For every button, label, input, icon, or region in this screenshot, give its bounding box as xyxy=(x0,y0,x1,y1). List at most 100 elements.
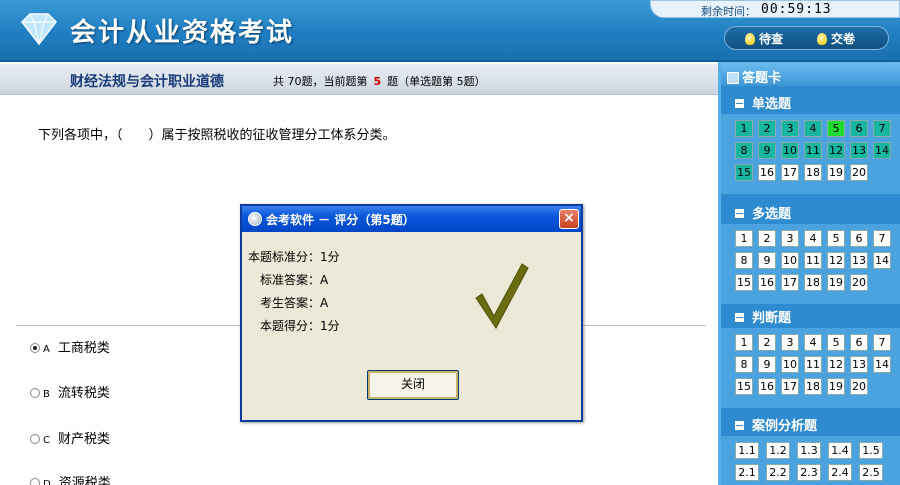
question-cell[interactable]: 6 xyxy=(850,120,868,137)
radio-b[interactable] xyxy=(30,388,40,398)
question-cell[interactable]: 3 xyxy=(781,334,799,351)
question-cell[interactable]: 9 xyxy=(758,356,776,373)
close-button[interactable]: 关闭 xyxy=(367,370,459,400)
option-b[interactable]: B 流转税类 xyxy=(30,382,110,401)
question-cell[interactable]: 4 xyxy=(804,230,822,247)
question-cell[interactable]: 2 xyxy=(758,230,776,247)
question-cell[interactable]: 5 xyxy=(827,334,845,351)
question-cell[interactable]: 20 xyxy=(850,164,868,181)
submit-button[interactable]: 交卷 xyxy=(817,30,855,48)
question-cell[interactable]: 20 xyxy=(850,274,868,291)
question-cell[interactable]: 1 xyxy=(735,120,753,137)
question-cell[interactable]: 6 xyxy=(850,334,868,351)
question-cell[interactable]: 10 xyxy=(781,356,799,373)
question-cell[interactable]: 13 xyxy=(850,356,868,373)
question-cell[interactable]: 1.2 xyxy=(766,442,790,459)
section-header[interactable]: 多选题 xyxy=(721,200,900,222)
question-cell[interactable]: 19 xyxy=(827,378,845,395)
collapse-icon[interactable] xyxy=(735,421,744,430)
option-c[interactable]: C 财产税类 xyxy=(30,428,110,447)
question-cell[interactable]: 14 xyxy=(873,252,891,269)
student-answer-row: 考生答案：A xyxy=(244,294,328,311)
question-cell[interactable]: 12 xyxy=(827,252,845,269)
question-cell[interactable]: 8 xyxy=(735,252,753,269)
question-cell[interactable]: 2.2 xyxy=(766,464,790,481)
app-title: 会计从业资格考试 xyxy=(70,18,295,48)
question-cell[interactable]: 19 xyxy=(827,274,845,291)
question-cell[interactable]: 3 xyxy=(781,120,799,137)
question-cell[interactable]: 17 xyxy=(781,164,799,181)
section-header[interactable]: 单选题 xyxy=(721,90,900,112)
option-a[interactable]: A 工商税类 xyxy=(30,337,110,356)
question-cell[interactable]: 9 xyxy=(758,252,776,269)
question-cell[interactable]: 17 xyxy=(781,378,799,395)
question-cell[interactable]: 16 xyxy=(758,274,776,291)
question-cell[interactable]: 10 xyxy=(781,142,799,159)
question-cell[interactable]: 2 xyxy=(758,334,776,351)
lightbulb-icon xyxy=(745,33,755,45)
question-cell[interactable]: 1.4 xyxy=(828,442,852,459)
radio-c[interactable] xyxy=(30,434,40,444)
dialog-titlebar[interactable]: 会考软件 － 评分（第5题） × xyxy=(242,206,581,232)
section-header[interactable]: 案例分析题 xyxy=(721,412,900,434)
question-cell[interactable]: 15 xyxy=(735,164,753,181)
question-cell[interactable]: 7 xyxy=(873,230,891,247)
question-cell[interactable]: 7 xyxy=(873,120,891,137)
question-cell[interactable]: 18 xyxy=(804,378,822,395)
question-cell[interactable]: 15 xyxy=(735,378,753,395)
question-cell[interactable]: 4 xyxy=(804,120,822,137)
question-cell[interactable]: 4 xyxy=(804,334,822,351)
radio-a[interactable] xyxy=(30,343,40,353)
question-cell[interactable]: 1.5 xyxy=(859,442,883,459)
question-cell[interactable]: 20 xyxy=(850,378,868,395)
question-cell[interactable]: 5 xyxy=(827,120,845,137)
question-cell[interactable]: 2.3 xyxy=(797,464,821,481)
question-cell[interactable]: 11 xyxy=(804,356,822,373)
section-header[interactable]: 判断题 xyxy=(721,304,900,326)
question-cell[interactable]: 14 xyxy=(873,142,891,159)
question-cell[interactable]: 11 xyxy=(804,142,822,159)
question-cell[interactable]: 8 xyxy=(735,356,753,373)
timer-value: 00:59:13 xyxy=(761,2,832,17)
question-cell[interactable]: 19 xyxy=(827,164,845,181)
radio-d[interactable] xyxy=(30,478,40,485)
question-cell[interactable]: 1.3 xyxy=(797,442,821,459)
question-cell[interactable]: 1 xyxy=(735,230,753,247)
row-value: A xyxy=(320,273,329,287)
row-label: 标准答案： xyxy=(259,273,320,287)
question-cell[interactable]: 16 xyxy=(758,378,776,395)
question-cell[interactable]: 13 xyxy=(850,142,868,159)
question-cell[interactable]: 12 xyxy=(827,142,845,159)
question-cell[interactable]: 3 xyxy=(781,230,799,247)
question-cell[interactable]: 1 xyxy=(735,334,753,351)
collapse-icon[interactable] xyxy=(735,313,744,322)
question-cell[interactable]: 9 xyxy=(758,142,776,159)
question-cell[interactable]: 8 xyxy=(735,142,753,159)
collapse-icon[interactable] xyxy=(735,209,744,218)
question-cell[interactable]: 5 xyxy=(827,230,845,247)
question-cell[interactable]: 15 xyxy=(735,274,753,291)
question-cell[interactable]: 18 xyxy=(804,164,822,181)
question-cell[interactable]: 2.5 xyxy=(859,464,883,481)
question-cell[interactable]: 6 xyxy=(850,230,868,247)
question-cell[interactable]: 12 xyxy=(827,356,845,373)
question-cell[interactable]: 2 xyxy=(758,120,776,137)
option-d[interactable]: D 资源税类 xyxy=(30,472,111,485)
question-cell[interactable]: 10 xyxy=(781,252,799,269)
question-text: 下列各项中，（ ）属于按照税收的征收管理分工体系分类。 xyxy=(38,128,396,143)
question-cell[interactable]: 1.1 xyxy=(735,442,759,459)
close-icon[interactable]: × xyxy=(559,209,579,229)
question-cell[interactable]: 13 xyxy=(850,252,868,269)
question-cell[interactable]: 14 xyxy=(873,356,891,373)
question-cell[interactable]: 17 xyxy=(781,274,799,291)
collapse-icon[interactable] xyxy=(735,99,744,108)
question-cell[interactable]: 2.4 xyxy=(828,464,852,481)
question-cell[interactable]: 11 xyxy=(804,252,822,269)
question-cell[interactable]: 7 xyxy=(873,334,891,351)
review-button[interactable]: 待查 xyxy=(745,30,783,48)
question-cell[interactable]: 16 xyxy=(758,164,776,181)
question-cell[interactable]: 18 xyxy=(804,274,822,291)
standard-answer-row: 标准答案：A xyxy=(244,271,328,288)
question-cell[interactable]: 2.1 xyxy=(735,464,759,481)
pencil-icon xyxy=(727,72,739,84)
